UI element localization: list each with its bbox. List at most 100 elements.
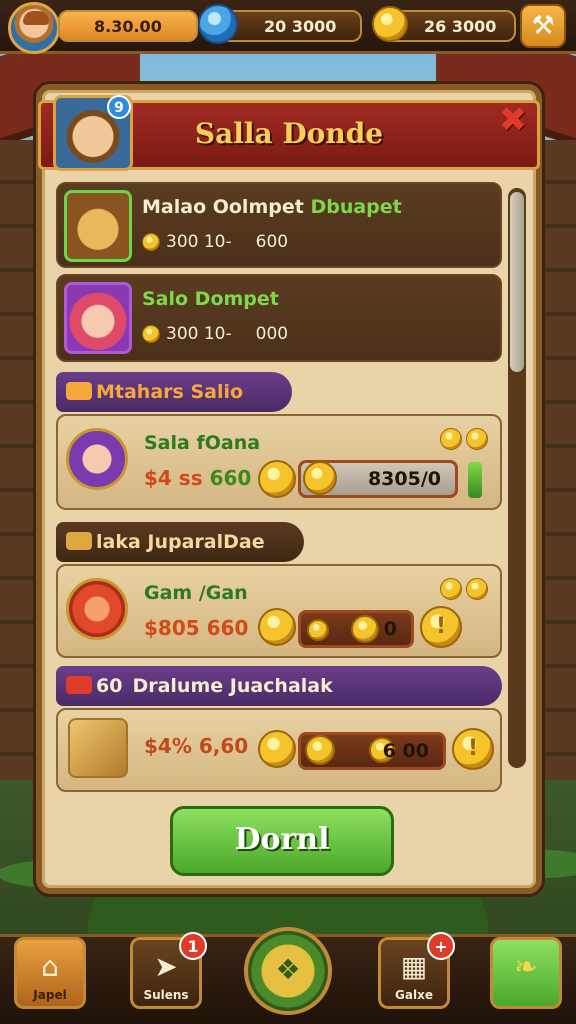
treasure-chest-icon <box>64 190 132 262</box>
coin-icon <box>372 6 408 42</box>
panel-banner: 9 Salla Donde ✖ <box>38 95 540 171</box>
axe-medallion-icon <box>66 578 128 640</box>
avatar-hair <box>23 11 49 25</box>
leaf-icon: ❧ <box>514 950 538 983</box>
gem-value: 20 3000 <box>264 16 337 36</box>
deal-price-b: 660 <box>209 466 252 490</box>
nav-label: Galxe <box>395 988 433 1002</box>
nav-center-button[interactable]: ❖ <box>244 927 332 1015</box>
section-header: laka JuparalDae <box>56 522 304 562</box>
deal-card[interactable]: Gam /Gan $805 660 0 ! <box>56 564 502 658</box>
offer-title-text: Malao Oolmpet <box>142 196 304 218</box>
emblem-icon: ❖ <box>275 953 301 986</box>
bottom-nav: ⌂ Japel ➤ Sulens 1 ❖ ▦ Galxe + ❧ <box>0 927 576 1024</box>
offer-title: Salo Dompet <box>142 288 279 310</box>
background-wall-left <box>0 140 40 780</box>
coin-icon <box>466 578 488 600</box>
coin-icon <box>258 608 296 646</box>
top-status-bar: 8.30.00 20 3000 26 3000 ⚒ <box>0 0 576 54</box>
progress-bar[interactable]: 0 <box>298 610 414 648</box>
coin-icon <box>303 461 337 495</box>
gem-icon <box>198 4 238 44</box>
offer-sub-right: 000 <box>255 324 289 344</box>
portrait-level-badge: 9 <box>107 95 131 119</box>
ticket-icon <box>66 532 92 550</box>
deal-name: Gam /Gan <box>144 582 248 604</box>
offer-sub-right: 600 <box>255 232 289 252</box>
panel-scrollbar[interactable] <box>508 188 526 768</box>
offer-title: Malao Oolmpet Dbuapet <box>142 196 402 218</box>
nav-leaf-button[interactable]: ❧ <box>490 937 562 1009</box>
section-header-label: laka JuparalDae <box>96 531 265 553</box>
deal-price-a: $805 <box>144 616 200 640</box>
section-header-label: Dralume Juachalak <box>132 675 333 697</box>
energy-counter[interactable]: 8.30.00 <box>58 10 198 42</box>
deal-price: $4% 6,60 <box>144 734 248 758</box>
hammer-icon[interactable]: ⚒ <box>520 4 566 48</box>
home-icon: ⌂ <box>41 950 59 983</box>
coin-icon <box>351 615 379 643</box>
coin-icon <box>440 578 462 600</box>
background-wall-right <box>536 140 576 780</box>
deal-price-a: $4% <box>144 734 192 758</box>
flag-icon <box>66 676 92 694</box>
done-button[interactable]: Dornl <box>170 806 394 876</box>
progress-bar[interactable]: 8305/0 <box>298 460 458 498</box>
deal-name: Sala fOana <box>144 432 261 454</box>
offer-sub-left: 300 10- <box>166 324 232 344</box>
offer-row[interactable]: Malao Oolmpet Dbuapet 300 10- 600 <box>56 182 502 268</box>
progress-label: 0 <box>383 618 397 640</box>
nav-home-button[interactable]: ⌂ Japel <box>14 937 86 1009</box>
section-header: 60 Dralume Juachalak <box>56 666 502 706</box>
offer-tag: Dbuapet <box>310 196 402 218</box>
coin-icon <box>307 619 329 641</box>
offer-sub-left: 300 10- <box>166 232 232 252</box>
coin-value: 26 3000 <box>424 16 497 36</box>
section-header-prefix: 60 <box>96 675 123 697</box>
deal-card[interactable]: Sala fOana $4 ss 660 8305/0 <box>56 414 502 510</box>
crate-icon <box>68 718 128 778</box>
coin-icon <box>142 325 160 343</box>
coin-icon <box>466 428 488 450</box>
deal-price: $4 ss 660 <box>144 466 251 490</box>
nav-quest-button[interactable]: ➤ Sulens 1 <box>130 932 207 1009</box>
progress-label: 6 00 <box>382 740 429 762</box>
ticket-icon <box>66 382 92 400</box>
scrollbar-thumb[interactable] <box>510 192 524 372</box>
coin-icon <box>142 233 160 251</box>
offer-price-line: 300 10- 600 <box>142 232 288 252</box>
reward-coins <box>440 578 488 600</box>
energy-value: 8.30.00 <box>94 16 162 36</box>
section-header: Mtahars Salio <box>56 372 292 412</box>
offer-title-text: Salo Dompet <box>142 288 279 310</box>
coin-icon <box>258 730 296 768</box>
deal-price-b: 6,60 <box>198 734 249 758</box>
shop-panel: 9 Salla Donde ✖ Malao Oolmpet Dbuapet 30… <box>36 84 542 894</box>
close-icon[interactable]: ✖ <box>495 103 531 139</box>
nav-label: Japel <box>33 988 67 1002</box>
deal-price: $805 660 <box>144 616 248 640</box>
section-header-label: Mtahars Salio <box>96 381 244 403</box>
notification-badge: + <box>427 932 455 960</box>
notification-badge: 1 <box>179 932 207 960</box>
progress-bar[interactable]: 6 00 <box>298 732 446 770</box>
deal-price-a: $4 ss <box>144 466 203 490</box>
deal-price-b: 660 <box>206 616 249 640</box>
deal-card[interactable]: $4% 6,60 6 00 ! <box>56 708 502 792</box>
coin-icon <box>258 460 296 498</box>
coin-icon <box>305 735 335 765</box>
nav-shop-button[interactable]: ▦ Galxe + <box>378 932 455 1009</box>
panel-title: Salla Donde <box>194 117 384 150</box>
coin-icon <box>440 428 462 450</box>
collect-coin-button[interactable]: ! <box>420 606 462 648</box>
nav-label: Sulens <box>143 988 189 1002</box>
hero-portrait-icon <box>64 282 132 354</box>
offer-row[interactable]: Salo Dompet 300 10- 000 <box>56 274 502 362</box>
reward-coins <box>440 428 488 450</box>
arrow-up-icon[interactable] <box>468 462 482 498</box>
hero-medallion-icon <box>66 428 128 490</box>
player-avatar[interactable] <box>8 2 60 54</box>
progress-label: 8305/0 <box>367 468 441 490</box>
collect-coin-button[interactable]: ! <box>452 728 494 770</box>
offer-price-line: 300 10- 000 <box>142 324 288 344</box>
